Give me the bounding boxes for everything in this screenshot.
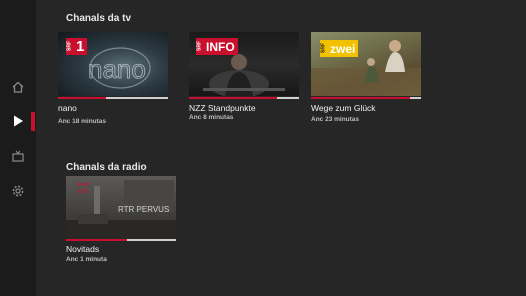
card-title: Wege zum Glück [311, 103, 376, 113]
card-title: NZZ Standpunkte [189, 103, 256, 113]
card-title: Novitads [66, 244, 100, 254]
srf-zwei-logo: SRF zwei [320, 40, 359, 57]
svg-text:nano: nano [88, 54, 146, 84]
tv-icon[interactable] [8, 146, 28, 166]
card-title: nano [58, 103, 77, 113]
progress-bar [58, 97, 168, 99]
progress-bar [189, 97, 299, 99]
radio-rtr-logo: Radio RTR [75, 182, 91, 195]
card-meta: Anc 8 minutas [189, 114, 234, 121]
sidebar [0, 0, 36, 296]
srf-1-logo: SRF 1 [66, 38, 88, 55]
thumbnail-nzz-standpunkte: SRF INFO [189, 32, 299, 96]
progress-bar [66, 239, 176, 241]
gear-icon[interactable] [8, 181, 28, 201]
channel-card-novitads[interactable]: RTR PERVUS Radio RTR Novitads Anc 1 minu… [66, 176, 176, 263]
section-title-radio: Chanals da radio [66, 162, 147, 173]
progress-bar [311, 97, 421, 99]
thumbnail-wege-zum-glueck: SRF zwei [311, 32, 421, 96]
active-indicator [31, 112, 35, 131]
card-meta: Anc 23 minutas [311, 116, 360, 123]
channel-card-nzz-standpunkte[interactable]: SRF INFO NZZ Standpunkte Anc 8 minutas [189, 32, 299, 121]
section-title-tv: Chanals da tv [66, 13, 132, 24]
thumbnail-novitads: RTR PERVUS Radio RTR [66, 176, 176, 240]
studio-sign-text: RTR PERVUS [118, 205, 169, 214]
channel-card-wege-zum-glueck[interactable]: SRF zwei Wege zum Glück Anc 23 minutas [311, 32, 421, 123]
play-icon[interactable] [8, 111, 28, 131]
thumbnail-nano: nano SRF 1 [58, 32, 168, 96]
home-icon[interactable] [8, 77, 28, 97]
channel-card-nano[interactable]: nano SRF 1 nano Anc 18 minutas [58, 32, 168, 125]
card-meta: Anc 18 minutas [58, 118, 107, 125]
card-meta: Anc 1 minuta [66, 256, 107, 263]
srf-info-logo: SRF INFO [196, 38, 238, 55]
